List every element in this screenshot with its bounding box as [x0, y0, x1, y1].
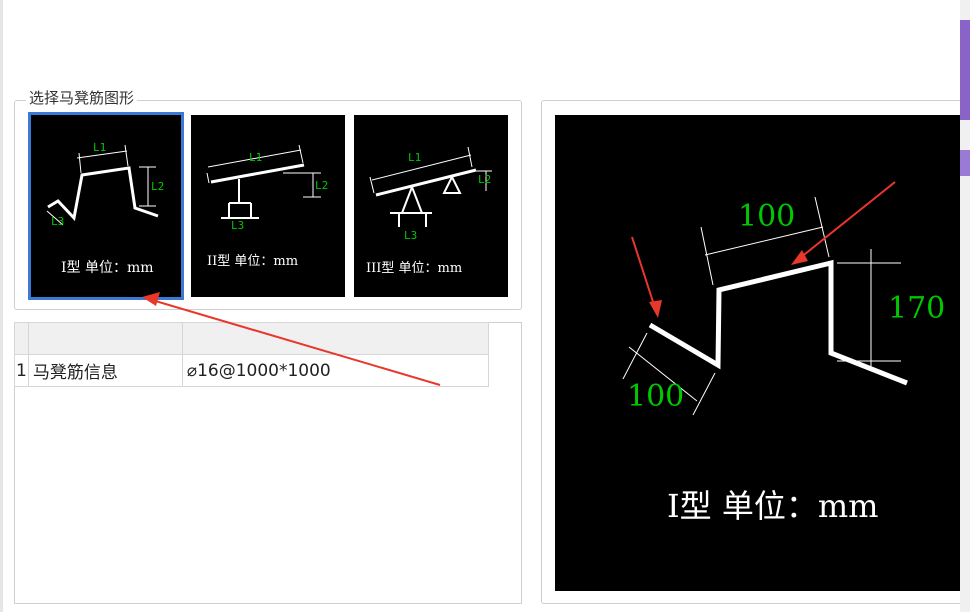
header-cell-name — [27, 322, 183, 355]
dim-right-label: 170 — [888, 291, 945, 326]
dim-label: L1 — [249, 151, 262, 164]
dim-left-label: 100 — [627, 379, 684, 414]
row-name-cell: 马凳筋信息 — [27, 354, 183, 387]
shape-option-type-3[interactable]: L1 L2 L3 III型 单位：mm — [354, 115, 508, 297]
table-header-row — [14, 322, 489, 355]
group-title: 选择马凳筋图形 — [26, 88, 138, 108]
shape-label: III型 单位：mm — [366, 261, 462, 276]
shape-preview: 100 170 100 I型 单位：mm — [555, 115, 960, 591]
background-window-strip — [960, 0, 970, 612]
shape-option-type-2[interactable]: L1 L2 L3 II型 单位：mm — [191, 115, 345, 297]
dim-label: L1 — [408, 151, 421, 164]
strip-color-block — [960, 150, 970, 176]
dim-label: L3 — [231, 219, 244, 232]
header-cell-index — [14, 322, 29, 355]
table-row[interactable]: 1 马凳筋信息 ⌀16@1000*1000 — [14, 354, 489, 387]
dim-label: L2 — [478, 173, 491, 186]
dim-label: L1 — [93, 141, 106, 154]
marking-rebar-dialog: 选择马凳筋图形 L1 L2 L3 I型 单位：mm L1 L2 L3 II型 单… — [0, 0, 970, 612]
type-2-drawing: L1 L2 L3 II型 单位：mm — [206, 144, 328, 269]
shape-label: I型 单位：mm — [61, 260, 154, 276]
dim-top-label: 100 — [738, 199, 795, 234]
shape-label: II型 单位：mm — [207, 254, 298, 269]
property-table: 1 马凳筋信息 ⌀16@1000*1000 — [14, 322, 489, 387]
preview-label: I型 单位：mm — [667, 487, 879, 525]
header-cell-value — [181, 322, 489, 355]
dim-label: L3 — [404, 229, 417, 242]
dim-label: L2 — [315, 179, 328, 192]
type-3-drawing: L1 L2 L3 III型 单位：mm — [366, 146, 492, 276]
row-value-cell[interactable]: ⌀16@1000*1000 — [181, 354, 489, 387]
preview-drawing: 100 170 100 I型 单位：mm — [622, 196, 945, 525]
row-index: 1 — [14, 354, 29, 387]
shape-option-type-1[interactable]: L1 L2 L3 I型 单位：mm — [28, 112, 184, 300]
dim-label: L3 — [51, 215, 64, 228]
dim-label: L2 — [151, 180, 164, 193]
window-edge — [0, 0, 3, 612]
strip-color-block — [960, 20, 970, 120]
type-1-drawing: L1 L2 L3 I型 单位：mm — [46, 141, 164, 276]
